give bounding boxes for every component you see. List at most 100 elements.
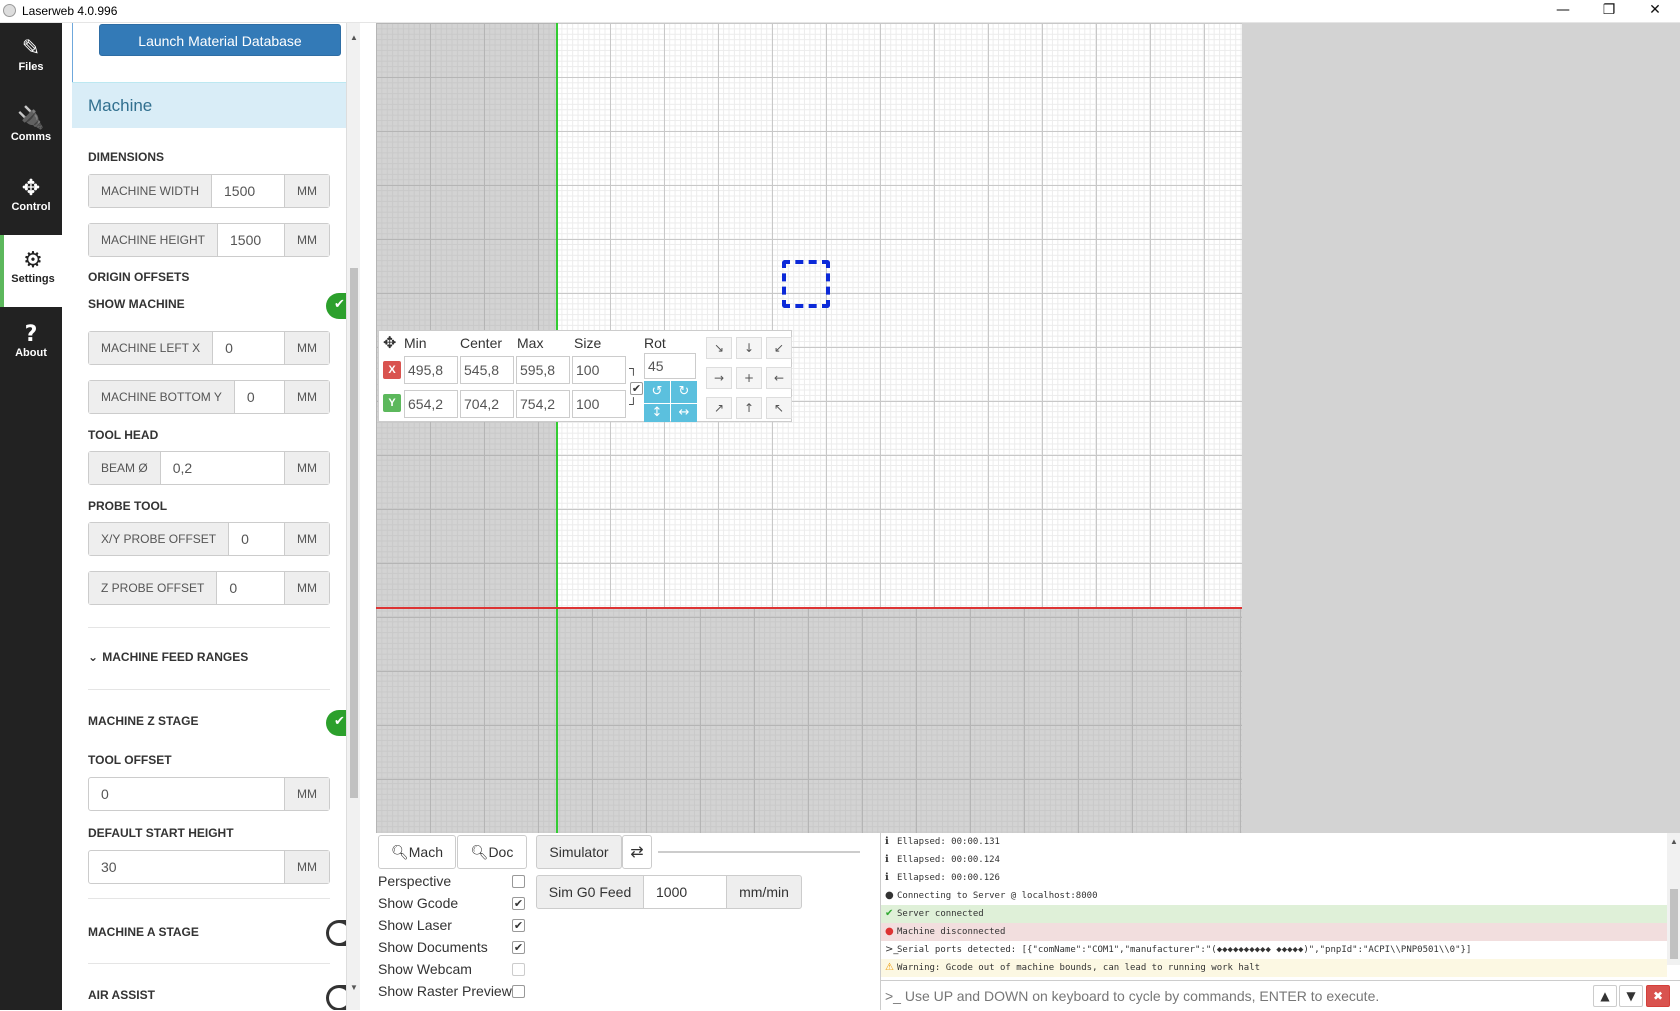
- align-center-button[interactable]: +: [736, 367, 762, 389]
- x-max-input[interactable]: 595,8: [516, 356, 570, 384]
- scroll-thumb[interactable]: [1670, 889, 1678, 959]
- lock-aspect-checkbox[interactable]: ✔: [630, 382, 643, 395]
- scroll-down-icon[interactable]: ▼: [349, 983, 359, 992]
- align-left-button[interactable]: ←: [766, 367, 792, 389]
- history-down-button[interactable]: ▼: [1619, 985, 1643, 1007]
- align-top-left-button[interactable]: ↖: [766, 397, 792, 419]
- x-min-input[interactable]: 495,8: [404, 356, 458, 384]
- start-height-unit: MM: [284, 851, 329, 883]
- x-center-input[interactable]: 545,8: [460, 356, 514, 384]
- selected-object[interactable]: [782, 260, 830, 308]
- show-gcode-option[interactable]: Show Gcode: [378, 895, 458, 911]
- feed-ranges-collapsible[interactable]: ⌄ MACHINE FEED RANGES: [88, 650, 248, 664]
- show-machine-toggle[interactable]: ✔: [326, 293, 348, 319]
- simulator-slider[interactable]: [658, 851, 860, 853]
- machine-height-input[interactable]: 1500: [218, 224, 284, 256]
- tool-offset-input[interactable]: 0: [89, 778, 284, 810]
- show-webcam-checkbox[interactable]: [512, 963, 525, 976]
- restore-button[interactable]: ❐: [1586, 0, 1632, 23]
- machine-width-label: MACHINE WIDTH: [89, 175, 212, 207]
- align-bottom-left-button[interactable]: ↙: [766, 337, 792, 359]
- nav-control[interactable]: ✥ Control: [0, 163, 62, 233]
- tool-offset-field[interactable]: 0 MM: [88, 777, 330, 811]
- show-raster-preview-option[interactable]: Show Raster Preview: [378, 983, 512, 999]
- perspective-checkbox[interactable]: [512, 875, 525, 888]
- rotate-cw-button[interactable]: ↻: [671, 381, 697, 403]
- machine-width-field[interactable]: MACHINE WIDTH 1500 MM: [88, 174, 330, 208]
- machine-bottom-y-field[interactable]: MACHINE BOTTOM Y 0 MM: [88, 380, 330, 414]
- show-gcode-checkbox[interactable]: ✔: [512, 897, 525, 910]
- probe-tool-heading: PROBE TOOL: [88, 499, 168, 513]
- min-header: Min: [404, 335, 427, 351]
- air-assist-toggle[interactable]: ✖: [326, 985, 348, 1010]
- y-max-input[interactable]: 754,2: [516, 390, 570, 418]
- nav-control-label: Control: [11, 201, 51, 213]
- show-laser-checkbox[interactable]: ✔: [512, 919, 525, 932]
- command-input[interactable]: >_ Use UP and DOWN on keyboard to cycle …: [881, 980, 1680, 1010]
- clear-console-button[interactable]: ✖: [1646, 985, 1670, 1007]
- align-top-right-button[interactable]: ↗: [706, 397, 732, 419]
- perspective-option[interactable]: Perspective: [378, 873, 451, 889]
- arrows-icon: ✥: [21, 176, 41, 201]
- zoom-machine-button[interactable]: 🔍︎Mach: [378, 835, 456, 869]
- rotate-ccw-button[interactable]: ↺: [644, 381, 670, 403]
- dimensions-heading: DIMENSIONS: [88, 150, 165, 164]
- align-bottom-right-button[interactable]: ↘: [706, 337, 732, 359]
- show-laser-option[interactable]: Show Laser: [378, 917, 452, 933]
- flip-vertical-button[interactable]: ↕: [644, 404, 670, 422]
- machine-left-x-input[interactable]: 0: [213, 332, 284, 364]
- z-probe-offset-field[interactable]: Z PROBE OFFSET 0 MM: [88, 571, 330, 605]
- show-documents-checkbox[interactable]: ✔: [512, 941, 525, 954]
- x-size-input[interactable]: 100: [572, 356, 626, 384]
- start-height-field[interactable]: 30 MM: [88, 850, 330, 884]
- swap-icon[interactable]: ⇄: [622, 835, 652, 869]
- y-center-input[interactable]: 704,2: [460, 390, 514, 418]
- beam-input[interactable]: 0,2: [161, 452, 284, 484]
- machine-width-input[interactable]: 1500: [212, 175, 284, 207]
- align-right-button[interactable]: →: [706, 367, 732, 389]
- align-bottom-button[interactable]: ↓: [736, 337, 762, 359]
- move-icon[interactable]: ✥: [383, 333, 396, 352]
- nav-files[interactable]: ✎ Files: [0, 23, 62, 93]
- flip-horizontal-button[interactable]: ↔: [671, 404, 697, 422]
- z-stage-toggle[interactable]: ✔: [326, 710, 348, 736]
- rotation-input[interactable]: 45: [644, 353, 696, 379]
- xy-probe-offset-field[interactable]: X/Y PROBE OFFSET 0 MM: [88, 522, 330, 556]
- start-height-input[interactable]: 30: [89, 851, 284, 883]
- prompt-icon: >_: [885, 988, 905, 1004]
- nav-comms[interactable]: 🔌 Comms: [0, 93, 62, 163]
- machine-height-field[interactable]: MACHINE HEIGHT 1500 MM: [88, 223, 330, 257]
- settings-scrollbar[interactable]: ▲ ▼: [346, 23, 360, 1010]
- size-header: Size: [574, 335, 602, 351]
- xy-probe-offset-input[interactable]: 0: [229, 523, 284, 555]
- align-top-button[interactable]: ↑: [736, 397, 762, 419]
- close-window-button[interactable]: ✕: [1632, 0, 1678, 23]
- show-documents-option[interactable]: Show Documents: [378, 939, 488, 955]
- show-raster-preview-checkbox[interactable]: [512, 985, 525, 998]
- console-scrollbar[interactable]: ▲: [1667, 833, 1680, 965]
- machine-left-x-field[interactable]: MACHINE LEFT X 0 MM: [88, 331, 330, 365]
- command-placeholder: Use UP and DOWN on keyboard to cycle by …: [904, 988, 1380, 1004]
- machine-bottom-y-input[interactable]: 0: [235, 381, 284, 413]
- y-badge: Y: [383, 394, 401, 412]
- nav-settings[interactable]: ⚙ Settings: [0, 235, 62, 307]
- beam-field[interactable]: BEAM Ø 0,2 MM: [88, 451, 330, 485]
- nav-about[interactable]: ? About: [0, 309, 62, 379]
- y-min-input[interactable]: 654,2: [404, 390, 458, 418]
- workspace-viewport[interactable]: [376, 23, 1242, 833]
- show-webcam-option[interactable]: Show Webcam: [378, 961, 472, 977]
- a-stage-toggle[interactable]: ✖: [326, 920, 348, 946]
- y-size-input[interactable]: 100: [572, 390, 626, 418]
- zoom-document-button[interactable]: 🔍︎Doc: [457, 835, 527, 869]
- x-axis-line: [376, 607, 1242, 609]
- minimize-button[interactable]: —: [1540, 0, 1586, 23]
- history-up-button[interactable]: ▲: [1593, 985, 1617, 1007]
- scroll-thumb[interactable]: [350, 268, 358, 798]
- sim-feed-input[interactable]: 1000: [643, 875, 727, 909]
- scroll-up-icon[interactable]: ▲: [349, 33, 359, 42]
- launch-material-database-button[interactable]: Launch Material Database: [99, 24, 341, 56]
- scroll-up-icon[interactable]: ▲: [1670, 837, 1678, 846]
- info-icon: ℹ: [885, 836, 889, 847]
- z-probe-offset-input[interactable]: 0: [217, 572, 284, 604]
- machine-section-header[interactable]: Machine: [72, 82, 347, 128]
